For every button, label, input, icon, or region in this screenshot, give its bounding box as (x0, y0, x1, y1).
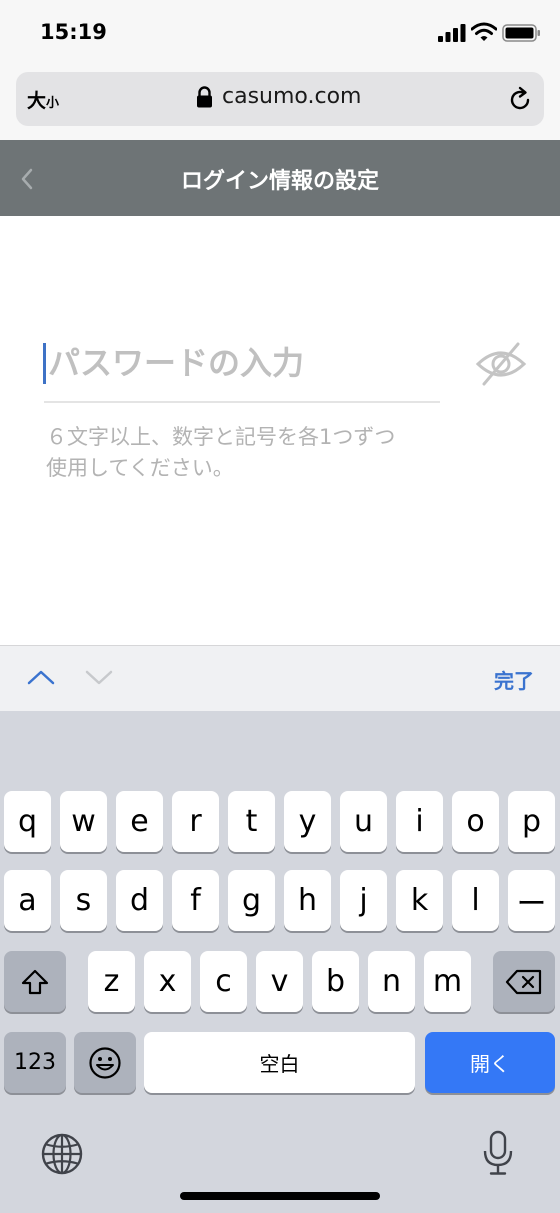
key-w[interactable]: w (60, 791, 107, 852)
signal-icon (438, 24, 466, 42)
key-z[interactable]: z (88, 951, 135, 1012)
battery-icon (502, 24, 540, 42)
key-h[interactable]: h (284, 870, 331, 931)
status-time: 15:19 (40, 20, 107, 44)
url-text[interactable]: casumo.com (222, 84, 361, 109)
wifi-icon (471, 22, 497, 41)
key-g[interactable]: g (228, 870, 275, 931)
hint-line-1: ６文字以上、数字と記号を各1つずつ (46, 425, 396, 449)
key-u[interactable]: u (340, 791, 387, 852)
key-v[interactable]: v (256, 951, 303, 1012)
shift-icon (21, 969, 49, 994)
key-q[interactable]: q (4, 791, 51, 852)
text-size-small-label: 小 (46, 96, 60, 111)
lock-icon (197, 86, 212, 108)
shift-key[interactable] (4, 951, 66, 1012)
key-l[interactable]: l (452, 870, 499, 931)
chevron-up-icon[interactable] (26, 667, 56, 687)
page-title: ログイン情報の設定 (180, 169, 379, 194)
chevron-down-icon[interactable] (84, 667, 114, 687)
mic-icon[interactable] (482, 1130, 514, 1176)
return-key[interactable]: 開く (425, 1032, 555, 1093)
hint-line-2: 使用してください。 (46, 456, 234, 480)
key-c[interactable]: c (200, 951, 247, 1012)
key-n[interactable]: n (368, 951, 415, 1012)
reload-icon[interactable] (506, 86, 534, 114)
key-b[interactable]: b (312, 951, 359, 1012)
key-k[interactable]: k (396, 870, 443, 931)
space-key[interactable]: 空白 (144, 1032, 415, 1093)
delete-key[interactable] (493, 951, 555, 1012)
key-d[interactable]: d (116, 870, 163, 931)
key-long-vowel[interactable]: ー (508, 870, 555, 931)
key-s[interactable]: s (60, 870, 107, 931)
key-e[interactable]: e (116, 791, 163, 852)
text-size-label: 大 (27, 90, 47, 112)
key-t[interactable]: t (228, 791, 275, 852)
eye-off-icon[interactable] (475, 340, 527, 388)
key-f[interactable]: f (172, 870, 219, 931)
text-cursor (43, 343, 46, 384)
key-a[interactable]: a (4, 870, 51, 931)
input-underline (44, 401, 440, 403)
emoji-key[interactable] (74, 1032, 136, 1093)
home-indicator (180, 1192, 380, 1200)
delete-icon (505, 969, 542, 994)
password-input[interactable] (48, 338, 448, 388)
password-hint: ６文字以上、数字と記号を各1つずつ 使用してください。 (46, 422, 456, 484)
key-y[interactable]: y (284, 791, 331, 852)
key-o[interactable]: o (452, 791, 499, 852)
key-m[interactable]: m (424, 951, 471, 1012)
keyboard: q w e r t y u i o p a s d f g h j k l ー … (0, 711, 560, 1213)
done-button[interactable]: 完了 (494, 665, 534, 694)
globe-icon[interactable] (40, 1132, 84, 1176)
key-i[interactable]: i (396, 791, 443, 852)
numbers-key[interactable]: 123 (4, 1032, 66, 1093)
key-j[interactable]: j (340, 870, 387, 931)
emoji-icon (89, 1046, 121, 1079)
key-x[interactable]: x (144, 951, 191, 1012)
text-size-button[interactable]: 大小 (27, 86, 59, 113)
key-r[interactable]: r (172, 791, 219, 852)
key-p[interactable]: p (508, 791, 555, 852)
